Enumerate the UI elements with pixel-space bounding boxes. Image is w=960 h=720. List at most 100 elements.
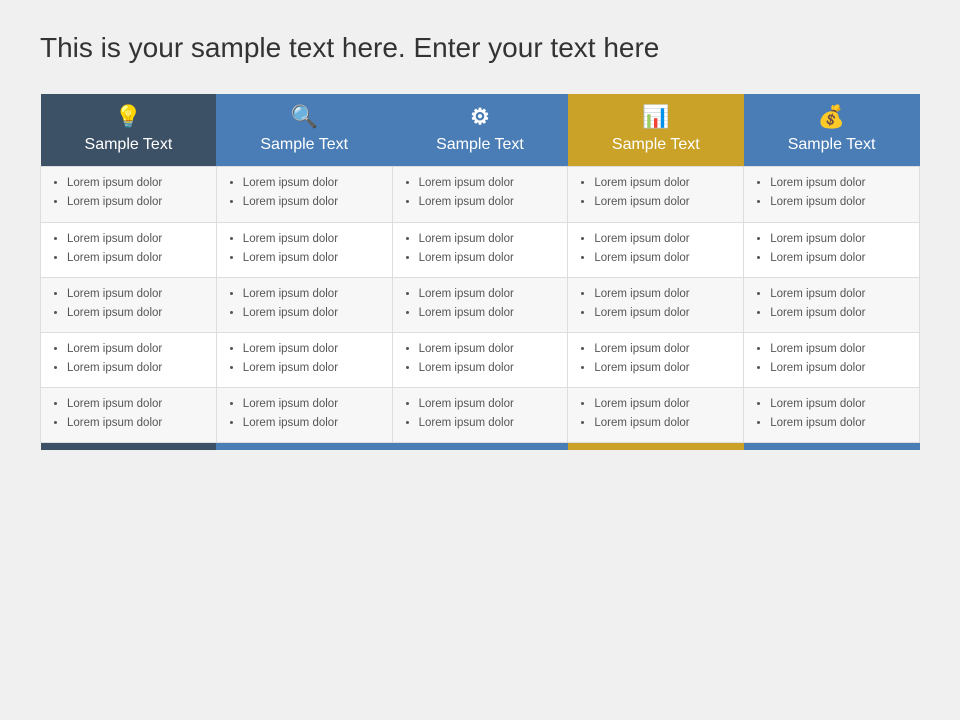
list-item: Lorem ipsum dolor: [67, 305, 206, 321]
list-item: Lorem ipsum dolor: [67, 360, 206, 376]
list-item: Lorem ipsum dolor: [419, 415, 558, 431]
list-item: Lorem ipsum dolor: [770, 360, 909, 376]
body-cell-r3c0: Lorem ipsum dolor Lorem ipsum dolor: [41, 332, 217, 387]
list-item: Lorem ipsum dolor: [594, 175, 733, 191]
list-item: Lorem ipsum dolor: [243, 305, 382, 321]
header-row: 💡 Sample Text 🔍 Sample Text ⚙ Sample Text 📊 Sam…: [41, 94, 920, 167]
list-item: Lorem ipsum dolor: [243, 250, 382, 266]
table-row: Lorem ipsum dolorLorem ipsum dolorLorem …: [41, 388, 920, 443]
header-cell-col2: 🔍 Sample Text: [216, 94, 392, 167]
footer-cell-col3: [392, 443, 568, 450]
body-cell-r2c0: Lorem ipsum dolor Lorem ipsum dolor: [41, 277, 217, 332]
body-cell-r1c1: Lorem ipsum dolor Lorem ipsum dolor: [216, 222, 392, 277]
list-item: Lorem ipsum dolor: [67, 250, 206, 266]
list-item: Lorem ipsum dolor: [243, 175, 382, 191]
list-item: Lorem ipsum dolor: [67, 396, 206, 412]
list-item: Lorem ipsum dolor: [67, 415, 206, 431]
list-item: Lorem ipsum dolor: [419, 231, 558, 247]
list-item: Lorem ipsum dolor: [770, 341, 909, 357]
list-item: Lorem ipsum dolor: [419, 341, 558, 357]
col-label-col3: Sample Text: [400, 136, 560, 154]
body-cell-r0c2: Lorem ipsum dolor Lorem ipsum dolor: [392, 167, 568, 222]
list-item: Lorem ipsum dolor: [419, 396, 558, 412]
list-item: Lorem ipsum dolor: [243, 396, 382, 412]
list-item: Lorem ipsum dolor: [67, 175, 206, 191]
list-item: Lorem ipsum dolor: [594, 231, 733, 247]
body-cell-r2c4: Lorem ipsum dolor Lorem ipsum dolor: [744, 277, 920, 332]
list-item: Lorem ipsum dolor: [419, 305, 558, 321]
page-content: This is your sample text here. Enter you…: [0, 0, 960, 470]
header-cell-col5: 💰 Sample Text: [744, 94, 920, 167]
body-cell-r3c4: Lorem ipsum dolor Lorem ipsum dolor: [744, 332, 920, 387]
body-cell-r1c4: Lorem ipsum dolor Lorem ipsum dolor: [744, 222, 920, 277]
body-cell-r4c0: Lorem ipsum dolor Lorem ipsum dolor: [41, 388, 217, 443]
body-cell-r2c1: Lorem ipsum dolor Lorem ipsum dolor: [216, 277, 392, 332]
list-item: Lorem ipsum dolor: [770, 286, 909, 302]
body-cell-r0c4: Lorem ipsum dolor Lorem ipsum dolor: [744, 167, 920, 222]
table-row: Lorem ipsum dolorLorem ipsum dolorLorem …: [41, 222, 920, 277]
list-item: Lorem ipsum dolor: [419, 194, 558, 210]
body-cell-r4c1: Lorem ipsum dolor Lorem ipsum dolor: [216, 388, 392, 443]
table-row: Lorem ipsum dolor Lorem ipsum dolor Lorem …: [41, 332, 920, 387]
list-item: Lorem ipsum dolor: [243, 341, 382, 357]
body-cell-r0c3: Lorem ipsum dolor Lorem ipsum dolor: [568, 167, 744, 222]
col-label-col4: Sample Text: [576, 136, 736, 154]
col-label-col1: Sample Text: [49, 136, 209, 154]
list-item: Lorem ipsum dolor: [770, 396, 909, 412]
list-item: Lorem ipsum dolor: [67, 341, 206, 357]
body-cell-r3c2: Lorem ipsum dolorLorem ipsum dolor: [392, 332, 568, 387]
list-item: Lorem ipsum dolor: [594, 194, 733, 210]
list-item: Lorem ipsum dolor: [419, 286, 558, 302]
body-cell-r2c3: Lorem ipsum dolorLorem ipsum dolor: [568, 277, 744, 332]
footer-cell-col4: [568, 443, 744, 450]
list-item: Lorem ipsum dolor: [594, 415, 733, 431]
footer-cell-col2: [216, 443, 392, 450]
list-item: Lorem ipsum dolor: [594, 250, 733, 266]
body-cell-r1c0: Lorem ipsum dolor Lorem ipsum dolor: [41, 222, 217, 277]
body-cell-r2c2: Lorem ipsum dolor Lorem ipsum dolor: [392, 277, 568, 332]
list-item: Lorem ipsum dolor: [594, 360, 733, 376]
list-item: Lorem ipsum dolor: [243, 415, 382, 431]
col-icon-col1: 💡: [49, 104, 209, 130]
body-cell-r3c3: Lorem ipsum dolor Lorem ipsum dolor: [568, 332, 744, 387]
table-row: Lorem ipsum dolor Lorem ipsum dolor Lorem …: [41, 277, 920, 332]
col-icon-col4: 📊: [576, 104, 736, 130]
footer-row: [41, 443, 920, 450]
list-item: Lorem ipsum dolor: [770, 250, 909, 266]
table-row: Lorem ipsum dolorLorem ipsum dolorLorem …: [41, 167, 920, 222]
list-item: Lorem ipsum dolor: [67, 231, 206, 247]
list-item: Lorem ipsum dolor: [243, 286, 382, 302]
list-item: Lorem ipsum dolor: [419, 175, 558, 191]
list-item: Lorem ipsum dolor: [243, 360, 382, 376]
body-cell-r0c1: Lorem ipsum dolor Lorem ipsum dolor: [216, 167, 392, 222]
list-item: Lorem ipsum dolor: [594, 286, 733, 302]
col-icon-col5: 💰: [752, 104, 912, 130]
col-label-col2: Sample Text: [224, 136, 384, 154]
footer-cell-col5: [744, 443, 920, 450]
list-item: Lorem ipsum dolor: [770, 194, 909, 210]
col-icon-col3: ⚙: [400, 104, 560, 130]
page-title: This is your sample text here. Enter you…: [40, 30, 920, 66]
body-cell-r1c2: Lorem ipsum dolor Lorem ipsum dolor: [392, 222, 568, 277]
col-label-col5: Sample Text: [752, 136, 912, 154]
list-item: Lorem ipsum dolor: [770, 415, 909, 431]
list-item: Lorem ipsum dolor: [594, 396, 733, 412]
main-table: 💡 Sample Text 🔍 Sample Text ⚙ Sample Text 📊 Sam…: [40, 94, 920, 449]
header-cell-col4: 📊 Sample Text: [568, 94, 744, 167]
list-item: Lorem ipsum dolor: [770, 305, 909, 321]
list-item: Lorem ipsum dolor: [419, 250, 558, 266]
body-cell-r4c3: Lorem ipsum dolor Lorem ipsum dolor: [568, 388, 744, 443]
list-item: Lorem ipsum dolor: [770, 175, 909, 191]
header-cell-col3: ⚙ Sample Text: [392, 94, 568, 167]
body-cell-r3c1: Lorem ipsum dolor Lorem ipsum dolor: [216, 332, 392, 387]
list-item: Lorem ipsum dolor: [770, 231, 909, 247]
col-icon-col2: 🔍: [224, 104, 384, 130]
list-item: Lorem ipsum dolor: [243, 194, 382, 210]
body-cell-r4c2: Lorem ipsum dolor Lorem ipsum dolor: [392, 388, 568, 443]
list-item: Lorem ipsum dolor: [594, 341, 733, 357]
header-cell-col1: 💡 Sample Text: [41, 94, 217, 167]
body-cell-r4c4: Lorem ipsum dolor Lorem ipsum dolor: [744, 388, 920, 443]
list-item: Lorem ipsum dolor: [67, 286, 206, 302]
footer-cell-col1: [41, 443, 217, 450]
list-item: Lorem ipsum dolor: [243, 231, 382, 247]
